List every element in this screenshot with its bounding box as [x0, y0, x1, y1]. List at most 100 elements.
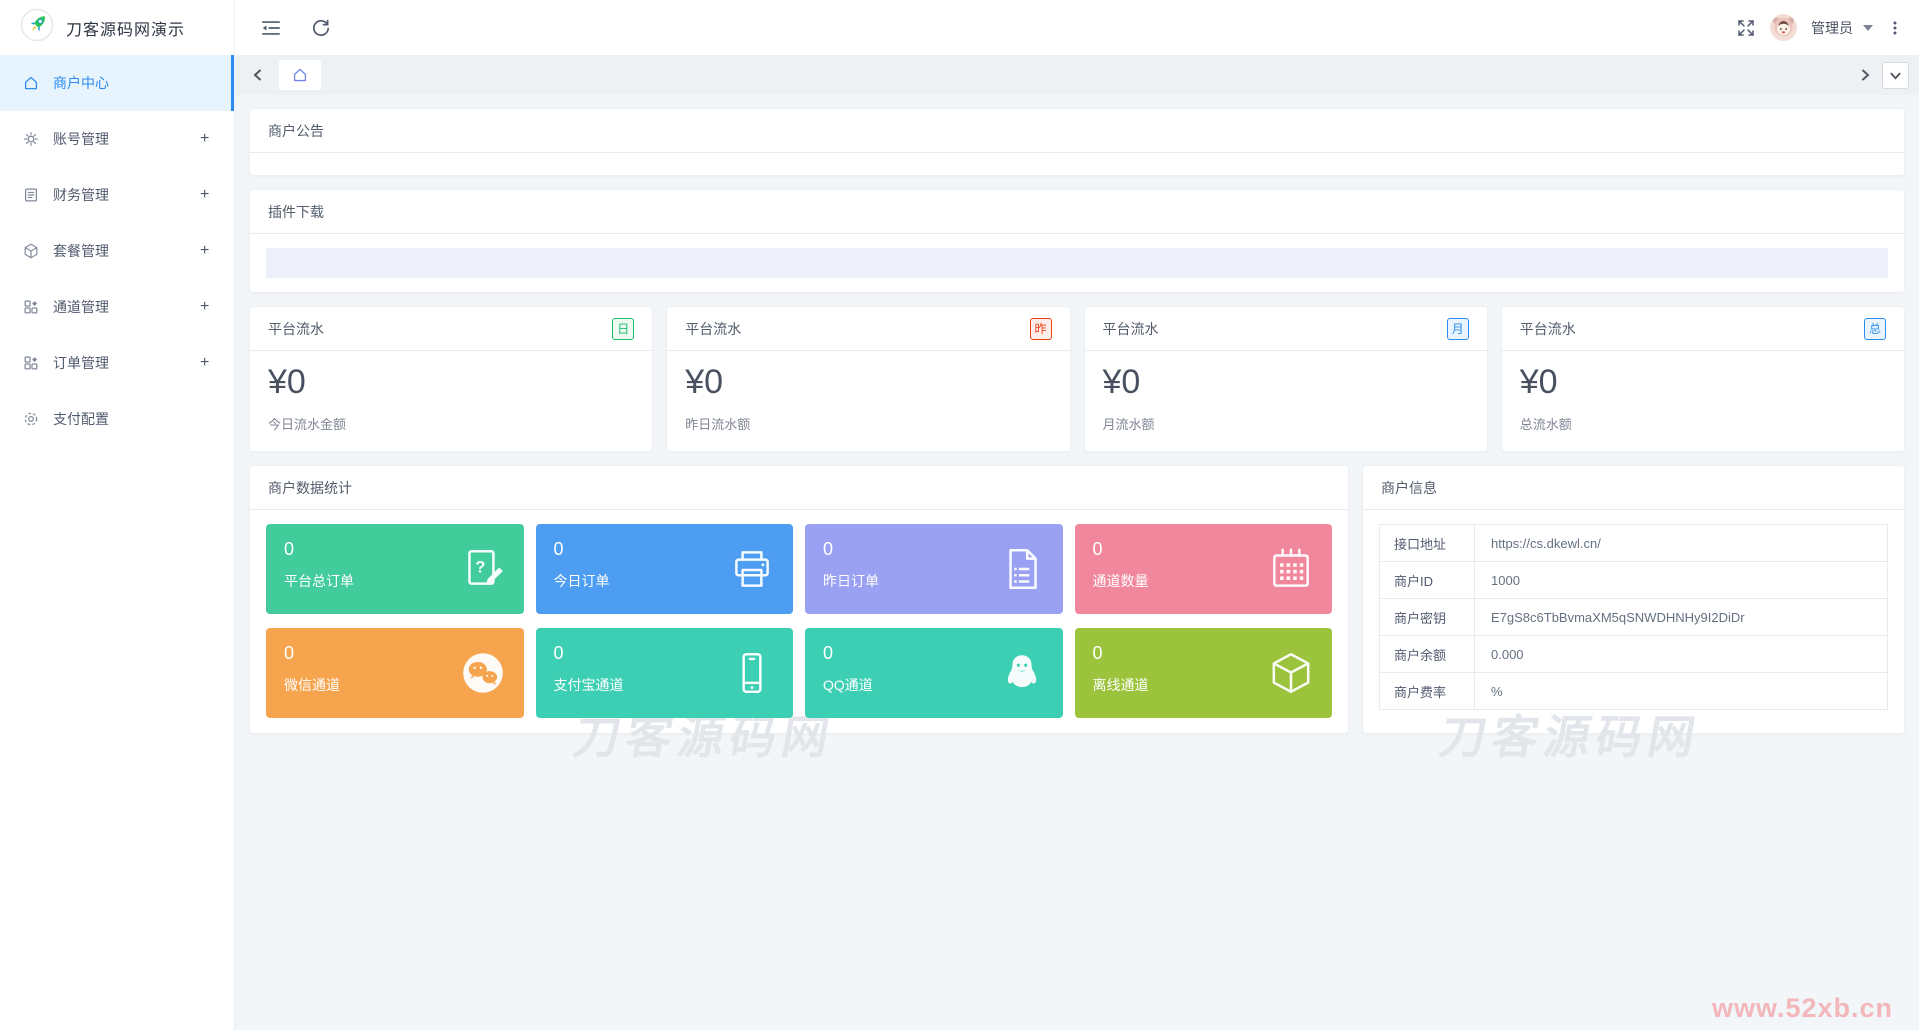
expand-indicator: + — [200, 186, 210, 203]
merchant-info-card: 商户信息 接口地址 https://cs.dkewl.cn/ 商户ID 1000 — [1362, 465, 1905, 735]
stat-value: ¥0 — [1519, 363, 1558, 401]
sidebar-item-order[interactable]: 订单管理 + — [0, 335, 234, 391]
qq-icon — [997, 648, 1047, 698]
table-row: 接口地址 https://cs.dkewl.cn/ — [1379, 524, 1888, 563]
more-menu-icon[interactable] — [1887, 20, 1903, 36]
sidebar: 刀客源码网演示 商户中心 账号管理 + 财务管理 + 套餐管理 + 通道管理 +… — [0, 0, 235, 1030]
announcement-card: 商户公告 — [249, 108, 1905, 176]
sidebar-item-label: 通道管理 — [53, 299, 109, 315]
card-title: 商户数据统计 — [268, 479, 352, 496]
info-value: https://cs.dkewl.cn/ — [1474, 524, 1888, 563]
stat-label: 总流水额 — [1519, 417, 1572, 433]
expand-indicator: + — [200, 130, 210, 147]
table-row: 商户ID 1000 — [1379, 561, 1888, 600]
sidebar-item-label: 支付配置 — [53, 411, 109, 427]
main-column: 管理员 刀客源码网 刀客源码网 商户公告 插件下载 平台流水 日 ¥0 今日流水… — [235, 0, 1919, 1030]
info-label: 接口地址 — [1379, 524, 1475, 563]
period-badge: 月 — [1446, 317, 1469, 340]
tiles-grid: 0 平台总订单 ? 0 今日订单 0 昨日订单 0 通道数量 0 微信通道 0 … — [250, 510, 1348, 733]
period-badge: 总 — [1864, 317, 1886, 340]
sidebar-item-payment-config[interactable]: 支付配置 — [0, 391, 234, 447]
avatar[interactable] — [1770, 14, 1797, 41]
user-name[interactable]: 管理员 — [1811, 18, 1853, 38]
stat-card-total: 平台流水 总 ¥0 总流水额 — [1500, 306, 1905, 453]
card-title: 商户公告 — [268, 122, 324, 139]
stat-label: 今日流水金额 — [268, 417, 347, 433]
home-icon — [22, 74, 40, 92]
info-label: 商户费率 — [1379, 672, 1475, 711]
fullscreen-icon[interactable] — [1736, 18, 1756, 38]
printer-icon — [727, 544, 777, 594]
tile-qq-channel: 0 QQ通道 — [805, 628, 1063, 719]
topbar: 管理员 — [235, 0, 1919, 55]
stat-label: 月流水额 — [1102, 417, 1155, 433]
stat-card-daily: 平台流水 日 ¥0 今日流水金额 — [249, 306, 654, 453]
gear-icon — [22, 130, 40, 148]
stat-label: 昨日流水额 — [685, 417, 751, 433]
card-title: 平台流水 — [685, 320, 742, 337]
sidebar-item-label: 订单管理 — [53, 355, 109, 371]
stat-value: ¥0 — [685, 363, 724, 401]
sidebar-item-merchant-center[interactable]: 商户中心 — [0, 55, 234, 111]
tab-scroll-right-icon[interactable] — [1858, 68, 1872, 82]
calendar-icon — [1266, 544, 1316, 594]
table-row: 商户密钥 E7gS8c6TbBvmaXM5qSNWDHNHy9I2DiDr — [1379, 598, 1888, 637]
info-label: 商户ID — [1379, 561, 1475, 600]
info-label: 商户余额 — [1379, 635, 1475, 674]
wechat-icon — [458, 648, 508, 698]
sidebar-item-package[interactable]: 套餐管理 + — [0, 223, 234, 279]
sidebar-item-channel[interactable]: 通道管理 + — [0, 279, 234, 335]
plugins-body — [250, 234, 1904, 292]
plugin-list-strip — [266, 248, 1888, 278]
info-value: 0.000 — [1474, 635, 1888, 674]
rocket-logo-icon — [20, 8, 54, 47]
document-icon — [997, 544, 1047, 594]
svg-text:?: ? — [475, 558, 485, 577]
ledger-icon — [22, 186, 40, 204]
refresh-icon[interactable] — [311, 18, 331, 38]
package-icon — [1266, 648, 1316, 698]
announcement-body — [250, 153, 1904, 175]
logo: 刀客源码网演示 — [0, 0, 234, 55]
expand-indicator: + — [200, 354, 210, 371]
period-badge: 昨 — [1029, 317, 1052, 340]
stat-value: ¥0 — [268, 363, 306, 401]
table-row: 商户余额 0.000 — [1379, 635, 1888, 674]
info-value: % — [1474, 672, 1888, 711]
chevron-down-icon[interactable] — [1863, 24, 1873, 31]
plugins-card: 插件下载 — [249, 189, 1905, 293]
cube-icon — [22, 242, 40, 260]
bottom-row: 商户数据统计 0 平台总订单 ? 0 今日订单 0 昨日订单 0 通道数量 0 … — [249, 465, 1905, 735]
sidebar-item-finance[interactable]: 财务管理 + — [0, 167, 234, 223]
card-title: 平台流水 — [1519, 320, 1576, 337]
tab-options-button[interactable] — [1882, 61, 1909, 89]
sidebar-menu: 商户中心 账号管理 + 财务管理 + 套餐管理 + 通道管理 + 订单管理 + … — [0, 55, 234, 447]
tab-scroll-left-icon[interactable] — [251, 68, 265, 82]
info-label: 商户密钥 — [1379, 598, 1475, 637]
stat-card-yesterday: 平台流水 昨 ¥0 昨日流水额 — [666, 306, 1071, 453]
card-title: 商户信息 — [1381, 479, 1437, 496]
sidebar-item-label: 财务管理 — [53, 187, 109, 203]
stats-row: 平台流水 日 ¥0 今日流水金额 平台流水 昨 ¥0 昨日流水额 平台流水 月 … — [249, 306, 1905, 453]
table-row: 商户费率 % — [1379, 672, 1888, 711]
tile-wechat-channel: 0 微信通道 — [266, 628, 524, 719]
merchant-info-table: 接口地址 https://cs.dkewl.cn/ 商户ID 1000 商户密钥… — [1379, 524, 1888, 711]
data-stats-card: 商户数据统计 0 平台总订单 ? 0 今日订单 0 昨日订单 0 通道数量 0 … — [249, 465, 1349, 735]
period-badge: 日 — [612, 317, 635, 340]
app-root: 刀客源码网演示 商户中心 账号管理 + 财务管理 + 套餐管理 + 通道管理 +… — [0, 0, 1919, 1030]
content-area: 刀客源码网 刀客源码网 商户公告 插件下载 平台流水 日 ¥0 今日流水金额 平… — [235, 95, 1919, 1030]
tile-yesterday-orders: 0 昨日订单 — [805, 524, 1063, 615]
collapse-menu-icon[interactable] — [261, 18, 281, 38]
sidebar-item-label: 商户中心 — [53, 75, 109, 91]
sidebar-item-account[interactable]: 账号管理 + — [0, 111, 234, 167]
watermark-corner: www.52xb.cn — [1711, 993, 1893, 1023]
tile-alipay-channel: 0 支付宝通道 — [535, 628, 793, 719]
tabbar — [235, 55, 1919, 95]
tile-total-orders: 0 平台总订单 ? — [266, 524, 524, 615]
apps-icon — [22, 354, 40, 372]
stat-value: ¥0 — [1102, 363, 1141, 401]
order-edit-icon: ? — [458, 544, 508, 594]
card-title: 插件下载 — [268, 203, 324, 220]
stat-card-month: 平台流水 月 ¥0 月流水额 — [1083, 306, 1488, 453]
tab-home[interactable] — [279, 60, 321, 90]
